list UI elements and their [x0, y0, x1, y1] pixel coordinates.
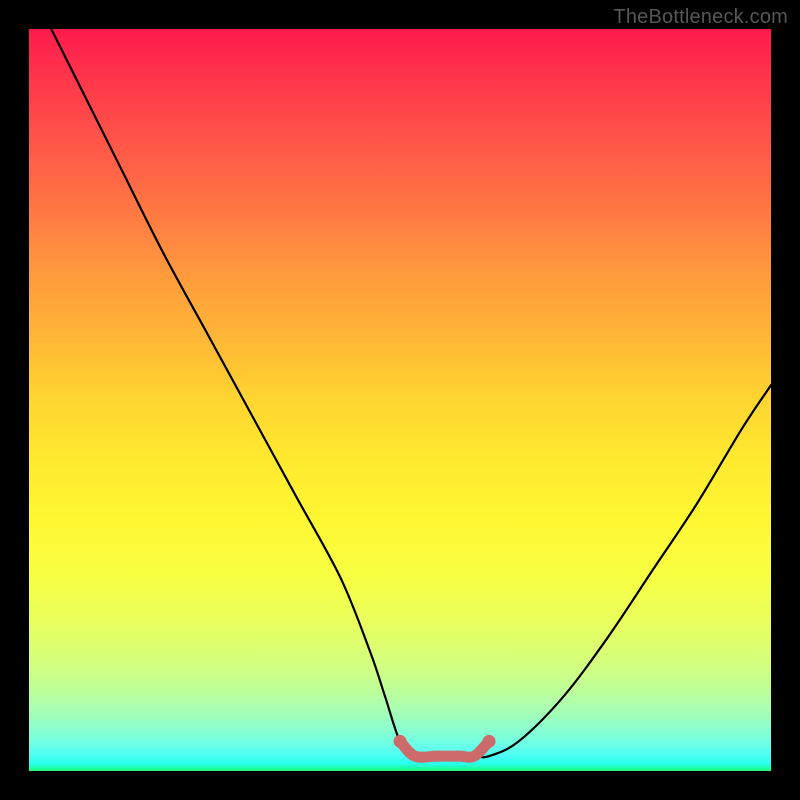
flat-highlight — [394, 735, 496, 757]
chart-svg — [29, 29, 771, 771]
plot-area — [29, 29, 771, 771]
chart-container: TheBottleneck.com — [0, 0, 800, 800]
watermark-text: TheBottleneck.com — [613, 6, 788, 29]
main-curve — [51, 29, 771, 757]
